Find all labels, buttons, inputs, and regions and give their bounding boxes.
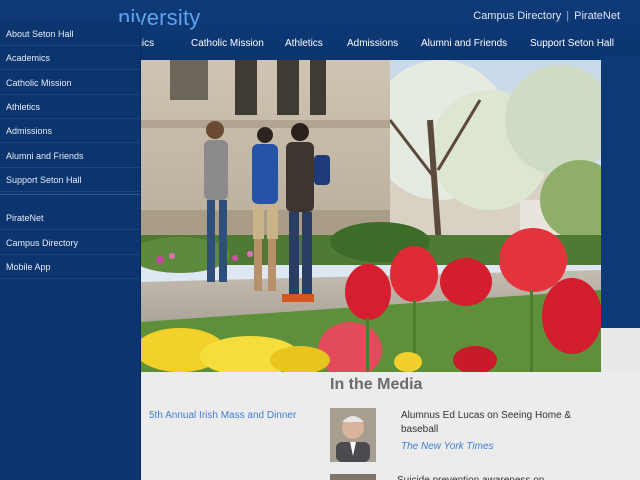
portrait-image xyxy=(330,408,376,462)
media-thumbnail-2[interactable] xyxy=(330,474,376,480)
sidebar-item-about[interactable]: About Seton Hall xyxy=(0,22,140,46)
media-heading: In the Media xyxy=(330,376,423,393)
main-nav: emics Catholic Mission Athletics Admissi… xyxy=(118,38,640,52)
sidebar-item-support[interactable]: Support Seton Hall xyxy=(0,168,140,192)
nav-catholic-mission[interactable]: Catholic Mission xyxy=(191,38,264,49)
nav-admissions[interactable]: Admissions xyxy=(347,38,398,49)
sidebar-item-piratenet[interactable]: PirateNet xyxy=(0,206,140,230)
sidebar-item-alumni[interactable]: Alumni and Friends xyxy=(0,144,140,168)
nav-alumni-and-friends[interactable]: Alumni and Friends xyxy=(421,38,507,49)
utility-separator: | xyxy=(566,10,570,22)
hero-side-band xyxy=(600,56,640,328)
nav-support-seton-hall[interactable]: Support Seton Hall xyxy=(530,38,614,49)
sidebar-item-admissions[interactable]: Admissions xyxy=(0,119,140,143)
sidebar-menu: About Seton Hall Academics Catholic Miss… xyxy=(0,22,141,480)
sidebar-item-athletics[interactable]: Athletics xyxy=(0,95,140,119)
media-item-source[interactable]: The New York Times xyxy=(401,441,494,452)
sidebar-item-catholic-mission[interactable]: Catholic Mission xyxy=(0,71,140,95)
media-thumbnail[interactable] xyxy=(330,408,376,462)
sidebar-item-mobile-app[interactable]: Mobile App xyxy=(0,255,140,279)
media-item-title-2[interactable]: Suicide prevention awareness on xyxy=(397,474,567,480)
sidebar-item-academics[interactable]: Academics xyxy=(0,46,140,70)
sidebar-item-campus-directory[interactable]: Campus Directory xyxy=(0,231,140,255)
nav-underbar xyxy=(140,52,640,60)
event-link[interactable]: 5th Annual Irish Mass and Dinner xyxy=(149,410,296,421)
sidebar-divider xyxy=(0,194,140,195)
media-item-title[interactable]: Alumnus Ed Lucas on Seeing Home & baseba… xyxy=(401,409,581,437)
hero-image xyxy=(140,60,601,372)
utility-links: Campus Directory | PirateNet xyxy=(473,10,620,22)
campus-directory-link[interactable]: Campus Directory xyxy=(473,10,561,22)
piratenet-link[interactable]: PirateNet xyxy=(574,10,620,22)
nav-athletics[interactable]: Athletics xyxy=(285,38,323,49)
campus-photo xyxy=(140,60,601,372)
